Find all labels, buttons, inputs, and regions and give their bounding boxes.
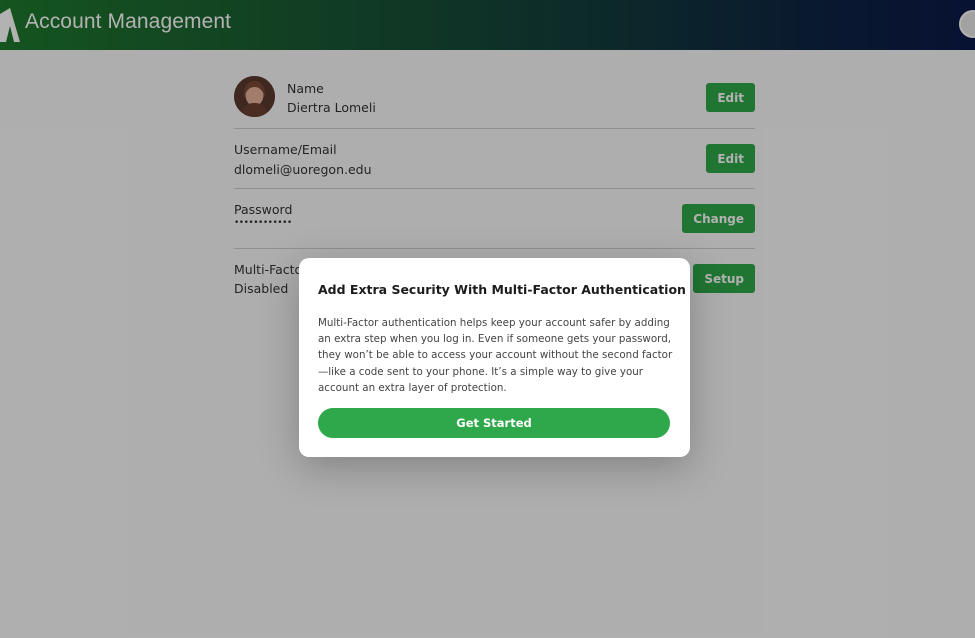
- get-started-button[interactable]: Get Started: [318, 408, 670, 438]
- modal-title: Add Extra Security With Multi-Factor Aut…: [318, 282, 686, 297]
- modal-body: Multi-Factor authentication helps keep y…: [318, 317, 673, 394]
- mfa-modal: Add Extra Security With Multi-Factor Aut…: [299, 258, 690, 457]
